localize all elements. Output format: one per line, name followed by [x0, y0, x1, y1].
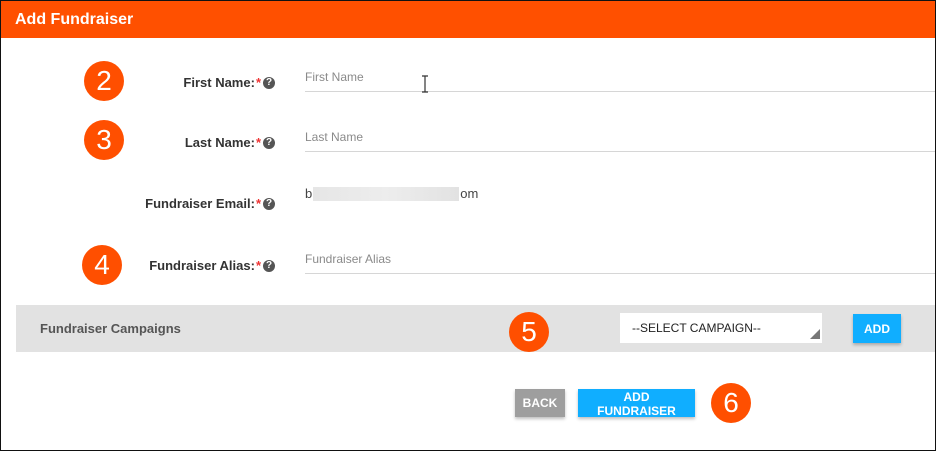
- dropdown-caret-icon: [810, 329, 820, 339]
- add-fundraiser-button[interactable]: ADD FUNDRAISER: [578, 389, 695, 418]
- first-name-label: First Name: * ?: [183, 75, 275, 90]
- required-marker: *: [255, 135, 261, 150]
- required-marker: *: [255, 258, 261, 273]
- redacted-email-block: [313, 186, 460, 201]
- step-badge-6: 6: [711, 383, 751, 423]
- add-campaign-button[interactable]: ADD: [853, 314, 901, 343]
- campaign-select[interactable]: --SELECT CAMPAIGN--: [620, 313, 822, 343]
- help-icon[interactable]: ?: [263, 136, 275, 149]
- step-badge-2: 2: [84, 61, 124, 101]
- dialog-title: Add Fundraiser: [1, 1, 935, 38]
- first-name-label-text: First Name:: [183, 75, 255, 90]
- fundraiser-campaigns-title: Fundraiser Campaigns: [40, 321, 181, 336]
- campaign-select-value: --SELECT CAMPAIGN--: [632, 321, 761, 335]
- required-marker: *: [255, 196, 261, 211]
- fundraiser-campaigns-bar: Fundraiser Campaigns --SELECT CAMPAIGN--…: [16, 305, 935, 352]
- required-marker: *: [255, 75, 261, 90]
- help-icon[interactable]: ?: [263, 197, 275, 210]
- add-fundraiser-dialog: Add Fundraiser 2 First Name: * ? 3 Last …: [0, 0, 936, 451]
- text-cursor-icon: [422, 75, 428, 93]
- fundraiser-alias-input[interactable]: [305, 245, 935, 274]
- last-name-label-text: Last Name:: [184, 135, 255, 150]
- last-name-label: Last Name: * ?: [185, 135, 275, 150]
- first-name-input[interactable]: [305, 63, 935, 92]
- fundraiser-email-label-text: Fundraiser Email:: [145, 196, 255, 211]
- fundraiser-alias-label-text: Fundraiser Alias:: [149, 258, 255, 273]
- back-button[interactable]: BACK: [515, 389, 565, 417]
- fundraiser-alias-label: Fundraiser Alias: * ?: [149, 258, 275, 273]
- step-badge-5: 5: [509, 312, 549, 352]
- fundraiser-email-value: b om: [305, 186, 478, 201]
- step-badge-4: 4: [82, 245, 122, 285]
- help-icon[interactable]: ?: [263, 259, 275, 272]
- email-suffix: om: [460, 186, 479, 201]
- fundraiser-email-label: Fundraiser Email: * ?: [145, 196, 275, 211]
- help-icon[interactable]: ?: [263, 76, 275, 89]
- step-badge-3: 3: [84, 120, 124, 160]
- email-prefix: b: [305, 186, 313, 201]
- last-name-input[interactable]: [305, 123, 935, 152]
